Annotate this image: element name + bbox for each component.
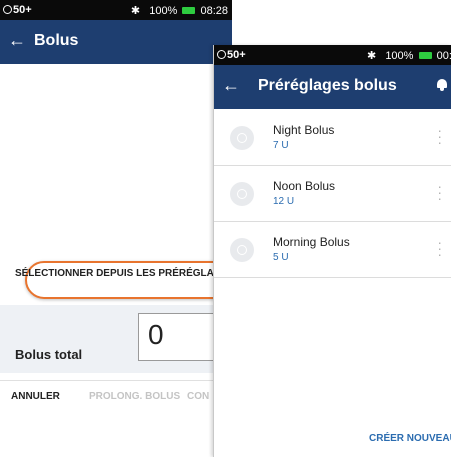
more-options-icon[interactable]: · · · — [437, 123, 442, 149]
preset-row-morning[interactable]: Morning Bolus 5 U · · · — [214, 221, 451, 278]
action-bar: ANNULER PROLONG. BOLUS CON — [0, 380, 232, 412]
battery-icon — [418, 52, 432, 59]
more-options-icon[interactable]: · · · — [437, 179, 442, 205]
bluetooth-icon: ✱ — [130, 5, 141, 17]
preset-icon — [230, 182, 254, 206]
bolus-total-value: 0 — [148, 319, 164, 350]
bolus-total-label: Bolus total — [15, 347, 83, 362]
bolus-total-section: Bolus total 0 — [0, 305, 232, 373]
preset-name: Noon Bolus — [273, 179, 336, 193]
notification-bell-icon[interactable] — [436, 77, 448, 91]
select-from-presets-label: SÉLECTIONNER DEPUIS LES PRÉRÉGLAGES — [14, 268, 232, 279]
app-bar: ← Préréglages bolus — [214, 65, 451, 109]
bolus-presets-screen: 50+ ✱ 100% 00:1 ← Préréglages bolus Nigh… — [213, 45, 451, 457]
signal-indicator: 50+ — [3, 4, 32, 16]
back-arrow-icon[interactable]: ← — [222, 75, 240, 96]
preset-icon — [230, 126, 254, 150]
extend-bolus-button[interactable]: PROLONG. BOLUS — [89, 391, 180, 402]
app-bar: ← Bolus 1 — [0, 20, 232, 64]
more-options-icon[interactable]: · · · — [437, 235, 442, 261]
preset-icon — [230, 238, 254, 262]
battery-percent: 100% — [385, 50, 414, 62]
status-right: ✱ 100% 08:28 — [131, 4, 228, 17]
battery-percent: 100% — [149, 5, 178, 17]
confirm-button[interactable]: CON — [187, 391, 209, 402]
back-arrow-icon[interactable]: ← — [8, 30, 26, 51]
preset-name: Night Bolus — [273, 123, 335, 137]
preset-name: Morning Bolus — [273, 235, 350, 249]
preset-row-night[interactable]: Night Bolus 7 U · · · — [214, 109, 451, 166]
status-bar: 50+ ✱ 100% 00:1 — [214, 45, 451, 65]
signal-text: 50+ — [13, 4, 32, 16]
battery-icon — [182, 7, 196, 14]
preset-units: 5 U — [273, 252, 289, 263]
preset-row-noon[interactable]: Noon Bolus 12 U · · · — [214, 165, 451, 222]
clock: 08:28 — [200, 5, 228, 17]
page-title: Préréglages bolus — [258, 77, 397, 94]
status-bar: 50+ ✱ 100% 08:28 — [0, 0, 232, 20]
bluetooth-icon: ✱ — [367, 50, 377, 62]
status-right: ✱ 100% 00:1 — [367, 49, 451, 62]
select-from-presets-button[interactable]: SÉLECTIONNER DEPUIS LES PRÉRÉGLAGES — [15, 261, 232, 299]
pod-icon — [3, 5, 12, 14]
pod-icon — [217, 50, 226, 59]
signal-indicator: 50+ — [217, 49, 246, 61]
cancel-button[interactable]: ANNULER — [11, 391, 60, 402]
preset-units: 7 U — [273, 140, 289, 151]
page-title: Bolus — [34, 32, 79, 49]
preset-units: 12 U — [273, 196, 295, 207]
bolus-screen: 50+ ✱ 100% 08:28 ← Bolus 1 SÉLECTIONNER … — [0, 0, 232, 412]
create-new-button[interactable]: CRÉER NOUVEAU — [369, 433, 451, 444]
clock: 00:1 — [436, 50, 451, 62]
signal-text: 50+ — [227, 49, 246, 61]
